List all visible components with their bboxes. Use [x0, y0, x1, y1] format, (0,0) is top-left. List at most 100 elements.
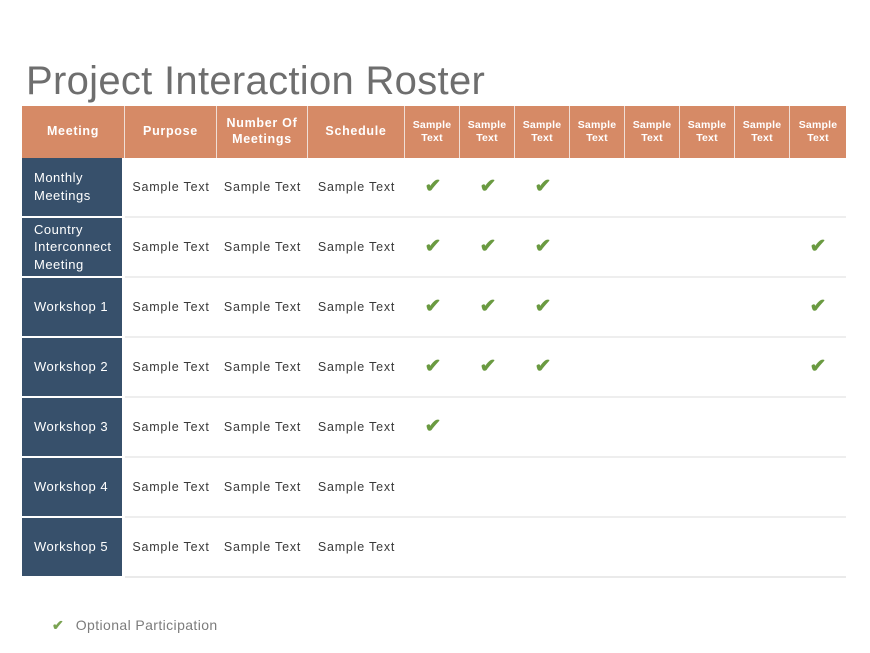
cell-sample-4[interactable]: [570, 218, 625, 278]
cell-number-of-meetings: Sample Text: [217, 458, 308, 518]
row-label-meeting[interactable]: Workshop 2: [22, 338, 125, 398]
legend-label: Optional Participation: [75, 617, 218, 633]
cell-sample-2[interactable]: [460, 458, 515, 518]
cell-number-of-meetings: Sample Text: [217, 338, 308, 398]
cell-sample-5[interactable]: [625, 398, 680, 458]
cell-sample-7[interactable]: [735, 218, 790, 278]
cell-sample-3[interactable]: ✔: [515, 218, 570, 278]
cell-sample-2[interactable]: [460, 398, 515, 458]
column-header-s5[interactable]: Sample Text: [625, 106, 680, 158]
column-header-purpose[interactable]: Purpose: [125, 106, 217, 158]
row-label-meeting[interactable]: Workshop 1: [22, 278, 125, 338]
cell-sample-3[interactable]: [515, 398, 570, 458]
cell-sample-6[interactable]: [680, 518, 735, 578]
cell-sample-5[interactable]: [625, 158, 680, 218]
cell-sample-5[interactable]: [625, 518, 680, 578]
column-header-s2[interactable]: Sample Text: [460, 106, 515, 158]
cell-sample-4[interactable]: [570, 398, 625, 458]
cell-sample-8[interactable]: [790, 458, 846, 518]
cell-sample-4[interactable]: [570, 338, 625, 398]
cell-sample-6[interactable]: [680, 398, 735, 458]
column-header-s1[interactable]: Sample Text: [405, 106, 460, 158]
cell-sample-1[interactable]: ✔: [405, 338, 460, 398]
column-header-schedule[interactable]: Schedule: [308, 106, 405, 158]
row-label-meeting[interactable]: Monthly Meetings: [22, 158, 125, 218]
cell-sample-6[interactable]: [680, 278, 735, 338]
row-label-meeting[interactable]: Workshop 4: [22, 458, 125, 518]
cell-schedule: Sample Text: [308, 458, 405, 518]
cell-sample-1[interactable]: ✔: [405, 158, 460, 218]
check-icon: ✔: [809, 236, 827, 257]
cell-sample-7[interactable]: [735, 158, 790, 218]
cell-purpose: Sample Text: [125, 398, 217, 458]
cell-number-of-meetings: Sample Text: [217, 158, 308, 218]
cell-purpose: Sample Text: [125, 278, 217, 338]
cell-sample-7[interactable]: [735, 338, 790, 398]
row-label-meeting[interactable]: Workshop 3: [22, 398, 125, 458]
cell-sample-7[interactable]: [735, 278, 790, 338]
cell-sample-1[interactable]: [405, 458, 460, 518]
column-header-s7[interactable]: Sample Text: [735, 106, 790, 158]
cell-sample-3[interactable]: ✔: [515, 158, 570, 218]
cell-sample-8[interactable]: [790, 158, 846, 218]
column-header-s6[interactable]: Sample Text: [680, 106, 735, 158]
cell-purpose: Sample Text: [125, 458, 217, 518]
cell-sample-3[interactable]: ✔: [515, 338, 570, 398]
cell-sample-5[interactable]: [625, 338, 680, 398]
check-icon: ✔: [534, 176, 551, 197]
cell-schedule: Sample Text: [308, 518, 405, 578]
column-header-number_of_meetings[interactable]: Number Of Meetings: [217, 106, 308, 158]
cell-purpose: Sample Text: [125, 158, 217, 218]
column-header-s4[interactable]: Sample Text: [570, 106, 625, 158]
cell-sample-2[interactable]: ✔: [460, 278, 515, 338]
cell-sample-5[interactable]: [625, 218, 680, 278]
row-label-meeting[interactable]: Workshop 5: [22, 518, 125, 578]
cell-sample-2[interactable]: ✔: [460, 218, 515, 278]
cell-sample-3[interactable]: ✔: [515, 278, 570, 338]
cell-sample-8[interactable]: [790, 398, 846, 458]
cell-sample-6[interactable]: [680, 158, 735, 218]
check-icon: ✔: [424, 176, 441, 197]
check-icon: ✔: [534, 296, 551, 317]
cell-schedule: Sample Text: [308, 218, 405, 278]
column-header-meeting[interactable]: Meeting: [22, 106, 125, 158]
cell-sample-1[interactable]: ✔: [405, 398, 460, 458]
column-header-s8[interactable]: Sample Text: [790, 106, 846, 158]
cell-schedule: Sample Text: [308, 158, 405, 218]
check-icon: ✔: [52, 617, 64, 633]
cell-sample-6[interactable]: [680, 218, 735, 278]
cell-sample-7[interactable]: [735, 458, 790, 518]
cell-sample-1[interactable]: ✔: [405, 218, 460, 278]
cell-sample-3[interactable]: [515, 458, 570, 518]
cell-number-of-meetings: Sample Text: [217, 398, 308, 458]
cell-sample-8[interactable]: [790, 518, 846, 578]
cell-sample-2[interactable]: ✔: [460, 338, 515, 398]
cell-schedule: Sample Text: [308, 398, 405, 458]
cell-purpose: Sample Text: [125, 218, 217, 278]
cell-sample-6[interactable]: [680, 458, 735, 518]
header-row: Meeting Purpose Number Of Meetings Schedule…: [22, 106, 846, 158]
row-label-meeting[interactable]: Country Interconnect Meeting: [22, 218, 125, 278]
cell-sample-5[interactable]: [625, 458, 680, 518]
cell-sample-5[interactable]: [625, 278, 680, 338]
cell-sample-2[interactable]: ✔: [460, 158, 515, 218]
cell-sample-4[interactable]: [570, 458, 625, 518]
cell-sample-1[interactable]: [405, 518, 460, 578]
cell-sample-3[interactable]: [515, 518, 570, 578]
cell-schedule: Sample Text: [308, 278, 405, 338]
cell-sample-7[interactable]: [735, 398, 790, 458]
cell-sample-7[interactable]: [735, 518, 790, 578]
cell-sample-8[interactable]: ✔: [790, 278, 846, 338]
cell-sample-8[interactable]: ✔: [790, 338, 846, 398]
cell-sample-4[interactable]: [570, 518, 625, 578]
column-header-s3[interactable]: Sample Text: [515, 106, 570, 158]
cell-sample-4[interactable]: [570, 158, 625, 218]
cell-sample-6[interactable]: [680, 338, 735, 398]
cell-purpose: Sample Text: [125, 338, 217, 398]
check-icon: ✔: [479, 356, 496, 377]
cell-sample-8[interactable]: ✔: [790, 218, 846, 278]
cell-sample-4[interactable]: [570, 278, 625, 338]
cell-sample-2[interactable]: [460, 518, 515, 578]
cell-sample-1[interactable]: ✔: [405, 278, 460, 338]
project-interaction-roster-table: Meeting Purpose Number Of Meetings Schedule…: [22, 106, 846, 578]
